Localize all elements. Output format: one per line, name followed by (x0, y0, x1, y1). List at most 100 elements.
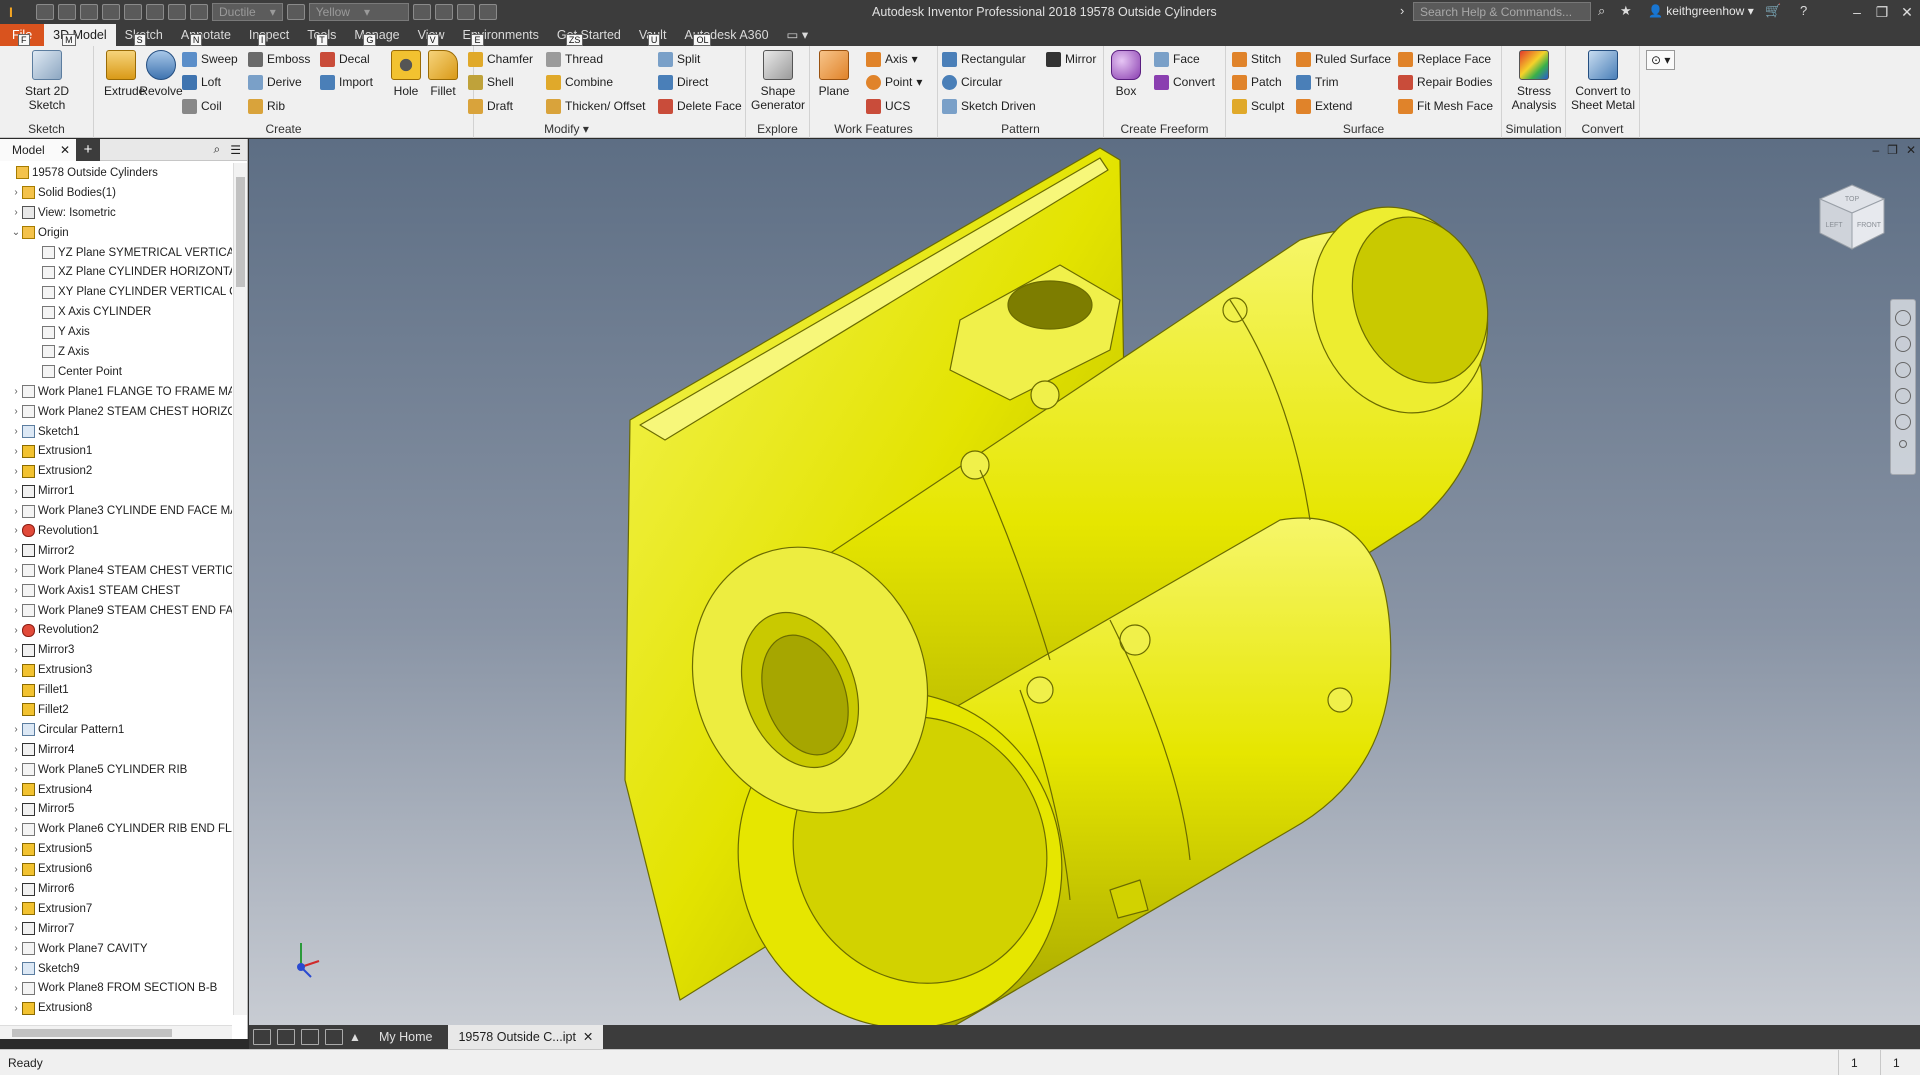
chevron-right-icon[interactable]: › (10, 426, 22, 437)
chevron-right-icon[interactable]: › (1400, 3, 1404, 18)
thicken-offset-button[interactable]: Thicken/ Offset (546, 96, 645, 116)
tree-node[interactable]: › Mirror4 (0, 740, 232, 760)
chevron-right-icon[interactable]: › (10, 207, 22, 218)
sculpt-button[interactable]: Sculpt (1232, 96, 1284, 116)
coil-button[interactable]: Coil (182, 96, 222, 116)
material-dropdown[interactable]: Ductile ▾ (212, 3, 283, 21)
rectangular-pattern-button[interactable]: Rectangular (942, 49, 1026, 69)
chevron-right-icon[interactable]: › (10, 605, 22, 616)
chevron-right-icon[interactable]: › (10, 187, 22, 198)
chevron-right-icon[interactable]: › (10, 923, 22, 934)
tab-manage[interactable]: Manage G (345, 24, 408, 46)
tree-node[interactable]: › View: Isometric (0, 203, 232, 223)
extend-button[interactable]: Extend (1296, 96, 1352, 116)
chevron-right-icon[interactable]: › (10, 625, 22, 636)
close-icon[interactable]: ✕ (60, 143, 70, 157)
tab-model[interactable]: Model ✕ (0, 138, 76, 161)
convert-button[interactable]: Convert (1154, 72, 1215, 92)
repair-bodies-button[interactable]: Repair Bodies (1398, 72, 1492, 92)
look-at-icon[interactable] (1895, 414, 1911, 430)
cylinder-casting-model[interactable] (249, 139, 1920, 1025)
face-button[interactable]: Face (1154, 49, 1200, 69)
chevron-right-icon[interactable]: › (10, 565, 22, 576)
tree-node[interactable]: › Solid Bodies(1) (0, 183, 232, 203)
graphics-window[interactable]: – ❐ ✕ TOP LEFT FRONT (249, 139, 1920, 1025)
trim-button[interactable]: Trim (1296, 72, 1339, 92)
tree-node[interactable]: › Work Plane4 STEAM CHEST VERTICAL (0, 561, 232, 581)
chevron-right-icon[interactable]: › (10, 466, 22, 477)
tab-sketch[interactable]: SketchS (116, 24, 172, 46)
shape-generator-button[interactable]: Shape Generator (750, 50, 806, 112)
search-icon[interactable]: ⌕ (214, 142, 221, 157)
chevron-right-icon[interactable]: › (10, 983, 22, 994)
tab-my-home[interactable]: My Home (369, 1025, 442, 1049)
plane-button[interactable]: Plane (814, 50, 854, 98)
decal-button[interactable]: Decal (320, 49, 370, 69)
tab-annotate[interactable]: Annotate N (172, 24, 240, 46)
chevron-right-icon[interactable]: › (10, 764, 22, 775)
box-button[interactable]: Box (1108, 50, 1144, 98)
tile-vertical-icon[interactable] (325, 1029, 343, 1045)
tree-node[interactable]: › Extrusion4 (0, 780, 232, 800)
stitch-button[interactable]: Stitch (1232, 49, 1281, 69)
mirror-button[interactable]: Mirror (1046, 49, 1096, 69)
chevron-right-icon[interactable]: › (10, 943, 22, 954)
chevron-right-icon[interactable]: › (10, 446, 22, 457)
tab-environments[interactable]: Environments E (453, 24, 547, 46)
tree-node[interactable]: › Work Plane6 CYLINDER RIB END FLANGE (0, 819, 232, 839)
tree-node[interactable]: Fillet1 (0, 680, 232, 700)
tab-tools[interactable]: ToolsT (298, 24, 345, 46)
thread-button[interactable]: Thread (546, 49, 603, 69)
tile-icon[interactable] (277, 1029, 295, 1045)
ruled-surface-button[interactable]: Ruled Surface (1296, 49, 1391, 69)
tree-node[interactable]: X Axis CYLINDER (0, 302, 232, 322)
steering-wheel-icon[interactable] (1895, 310, 1911, 326)
tree-node[interactable]: Y Axis (0, 322, 232, 342)
stress-analysis-button[interactable]: Stress Analysis (1506, 50, 1562, 112)
appearance-icon[interactable] (286, 4, 305, 20)
chevron-right-icon[interactable]: › (10, 545, 22, 556)
tree-node[interactable]: YZ Plane SYMETRICAL VERTICAL CL (0, 243, 232, 263)
rib-button[interactable]: Rib (248, 96, 285, 116)
chevron-right-icon[interactable]: › (10, 884, 22, 895)
chevron-right-icon[interactable]: › (10, 406, 22, 417)
tree-node[interactable]: › Extrusion6 (0, 859, 232, 879)
tree-node[interactable]: › Work Plane3 CYLINDE END FACE MACHINED (0, 501, 232, 521)
hole-button[interactable]: Hole (388, 50, 424, 98)
binoculars-icon[interactable]: ⌕ (1598, 3, 1605, 19)
tree-node[interactable]: › Work Plane7 CAVITY (0, 939, 232, 959)
parameters-icon[interactable] (478, 4, 497, 20)
convert-to-sheet-metal-button[interactable]: Convert to Sheet Metal (1568, 50, 1638, 112)
tree-node[interactable]: › Revolution1 (0, 521, 232, 541)
arrange-icon[interactable]: ▲ (349, 1030, 363, 1044)
chevron-right-icon[interactable]: › (10, 525, 22, 536)
ribbon-customize-button[interactable]: ⊙ ▾ (1646, 50, 1676, 70)
tree-node[interactable]: › Extrusion5 (0, 839, 232, 859)
tile-horizontal-icon[interactable] (301, 1029, 319, 1045)
chevron-right-icon[interactable]: › (10, 486, 22, 497)
sweep-button[interactable]: Sweep (182, 49, 238, 69)
draft-button[interactable]: Draft (468, 96, 513, 116)
cascade-icon[interactable] (253, 1029, 271, 1045)
extrude-button[interactable]: Extrude (104, 50, 145, 98)
inventor-logo-icon[interactable]: I (0, 0, 22, 24)
nav-options-icon[interactable] (1899, 440, 1907, 448)
browser-vertical-scrollbar[interactable] (233, 163, 247, 1015)
tree-node[interactable]: › Mirror5 (0, 800, 232, 820)
tree-node[interactable]: › Mirror2 (0, 541, 232, 561)
tree-node[interactable]: › Sketch1 (0, 422, 232, 442)
tab-autodesk-a360[interactable]: Autodesk A360 OL (675, 24, 777, 46)
viewcube[interactable]: TOP LEFT FRONT (1814, 179, 1890, 255)
fillet-button[interactable]: Fillet (424, 50, 462, 98)
tree-node[interactable]: › Circular Pattern1 (0, 720, 232, 740)
update-icon[interactable] (168, 4, 186, 20)
chevron-right-icon[interactable]: › (10, 784, 22, 795)
tree-node[interactable]: › Mirror1 (0, 481, 232, 501)
close-button[interactable]: ✕ (1893, 2, 1920, 22)
tree-node[interactable]: › Work Plane1 FLANGE TO FRAME MACHINED (0, 382, 232, 402)
open-icon[interactable] (58, 4, 76, 20)
tree-node[interactable]: › Work Axis1 STEAM CHEST (0, 581, 232, 601)
chevron-right-icon[interactable]: › (10, 844, 22, 855)
new-icon[interactable] (36, 4, 54, 20)
split-button[interactable]: Split (658, 49, 700, 69)
